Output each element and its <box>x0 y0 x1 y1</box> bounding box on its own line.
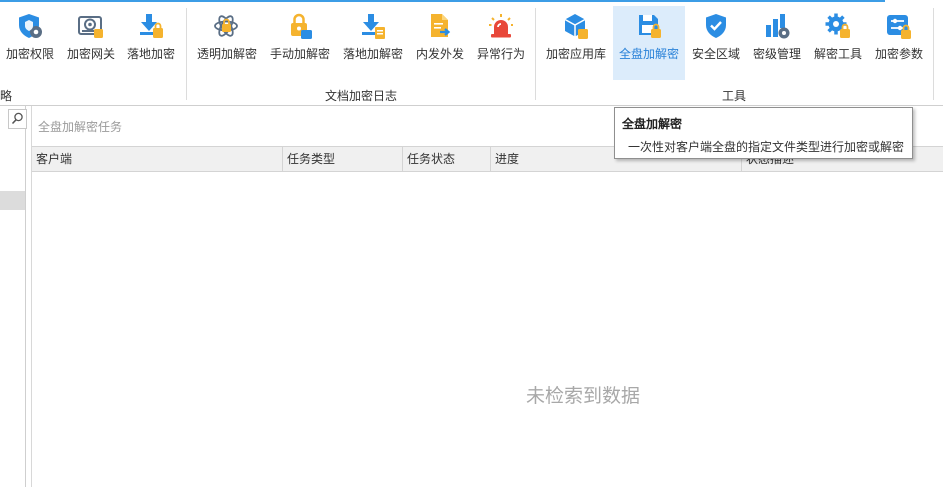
ribbon-button-label: 异常行为 <box>476 47 525 61</box>
group-label-policy: 略 <box>0 89 13 103</box>
ribbon-button-label: 加密参数 <box>874 47 923 61</box>
ribbon-button-label: 密级管理 <box>752 47 801 61</box>
cube-gear-icon <box>564 14 588 39</box>
left-search-button[interactable] <box>8 109 27 129</box>
ribbon-button-label: 全盘加解密 <box>618 47 679 61</box>
ribbon-button-full-disk-encrypt[interactable]: 全盘加解密 <box>613 6 685 80</box>
bar-chart-gear-icon <box>766 14 790 39</box>
sliders-lock-icon <box>887 15 911 39</box>
ribbon-button-label: 加密网关 <box>66 47 115 61</box>
ribbon-button-label: 手动加解密 <box>269 47 330 61</box>
task-search-input[interactable] <box>36 113 600 141</box>
tooltip-title: 全盘加解密 <box>622 117 683 131</box>
ribbon-button-label: 加密应用库 <box>545 47 606 61</box>
ribbon-button-label: 落地加密 <box>126 47 175 61</box>
ribbon-button-label: 透明加解密 <box>196 47 257 61</box>
ribbon-button-label: 加密权限 <box>5 47 54 61</box>
ribbon-toolbar: 加密权限 加密网关 落地加密 略 透明加解密 手动加解密 落地加解密 内发外发 … <box>0 2 943 104</box>
ribbon-button-encrypt-app-library[interactable]: 加密应用库 <box>542 6 610 80</box>
ribbon-button-security-level[interactable]: 密级管理 <box>748 6 806 80</box>
left-navigation-panel <box>0 106 26 487</box>
ribbon-button-label: 安全区域 <box>691 47 740 61</box>
ribbon-button-encrypt-params[interactable]: 加密参数 <box>870 6 928 80</box>
shield-gear-icon <box>19 14 42 38</box>
group-divider <box>186 8 187 100</box>
empty-state-message: 未检索到数据 <box>526 385 641 407</box>
group-label-tools: 工具 <box>722 89 747 103</box>
download-lock-icon <box>140 14 163 38</box>
ribbon-button-label: 解密工具 <box>813 47 862 61</box>
ribbon-button-landing-encrypt[interactable]: 落地加密 <box>122 6 180 80</box>
ribbon-button-transparent-encrypt-log[interactable]: 透明加解密 <box>193 6 261 80</box>
tooltip-description: 一次性对客户端全盘的指定文件类型进行加密或解密 <box>628 140 905 154</box>
alarm-siren-icon <box>489 14 513 38</box>
ribbon-button-security-zone[interactable]: 安全区域 <box>687 6 745 80</box>
ribbon-button-label: 内发外发 <box>415 47 464 61</box>
column-header-task-type[interactable]: 任务类型 <box>283 147 403 171</box>
ribbon-button-send-log[interactable]: 内发外发 <box>411 6 469 80</box>
ribbon-bottom-border <box>0 105 943 106</box>
ribbon-button-abnormal-behavior[interactable]: 异常行为 <box>472 6 530 80</box>
ribbon-button-label: 落地加解密 <box>342 47 403 61</box>
shield-check-icon <box>706 14 726 38</box>
ribbon-button-encrypt-gateway[interactable]: 加密网关 <box>62 6 120 80</box>
left-panel-selected-item[interactable] <box>0 191 25 210</box>
ribbon-button-decrypt-tool[interactable]: 解密工具 <box>809 6 867 80</box>
disk-lock-icon <box>639 15 661 38</box>
hand-lock-icon <box>291 13 312 39</box>
group-divider <box>535 8 536 100</box>
column-header-client[interactable]: 客户端 <box>32 147 283 171</box>
ribbon-button-landing-encrypt-log[interactable]: 落地加解密 <box>339 6 407 80</box>
group-divider <box>933 8 934 100</box>
column-header-task-status[interactable]: 任务状态 <box>403 147 491 171</box>
ribbon-button-encrypt-permission[interactable]: 加密权限 <box>0 6 60 80</box>
ribbon-button-manual-encrypt-log[interactable]: 手动加解密 <box>266 6 334 80</box>
atom-lock-icon <box>214 15 238 37</box>
ribbon-tooltip: 全盘加解密 一次性对客户端全盘的指定文件类型进行加密或解密 <box>614 107 913 159</box>
download-doc-icon <box>362 14 385 39</box>
gear-lock-icon <box>825 13 850 38</box>
gateway-device-icon <box>78 16 103 38</box>
group-label-log: 文档加密日志 <box>325 89 398 103</box>
file-send-icon <box>431 14 451 37</box>
search-icon <box>11 112 23 125</box>
